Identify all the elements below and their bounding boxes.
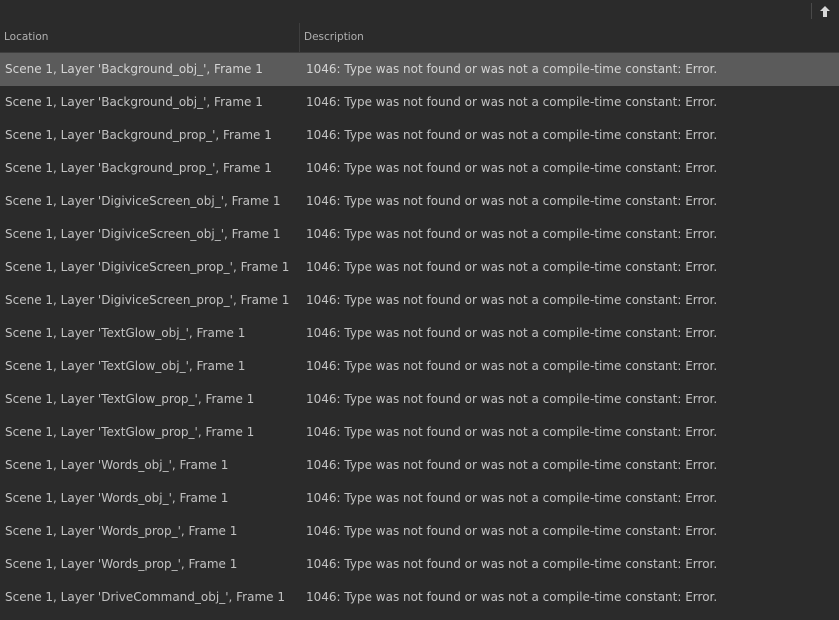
table-row[interactable]: Scene 1, Layer 'Words_prop_', Frame 1 104… [0, 548, 839, 581]
table-header: Location Description [0, 23, 839, 53]
cell-description: 1046: Type was not found or was not a co… [306, 590, 718, 604]
column-header-location[interactable]: Location [0, 23, 299, 52]
cell-description: 1046: Type was not found or was not a co… [306, 425, 718, 439]
cell-location: Scene 1, Layer 'Words_obj_', Frame 1 [5, 458, 229, 472]
error-list: Scene 1, Layer 'Background_obj_', Frame … [0, 53, 839, 614]
table-row[interactable]: Scene 1, Layer 'TextGlow_obj_', Frame 1 1… [0, 350, 839, 383]
cell-description: 1046: Type was not found or was not a co… [306, 458, 718, 472]
cell-location: Scene 1, Layer 'TextGlow_prop_', Frame 1 [5, 392, 255, 406]
table-row[interactable]: Scene 1, Layer 'DigiviceScreen_obj_', Fr… [0, 185, 839, 218]
toolbar-divider [811, 3, 812, 19]
cell-description: 1046: Type was not found or was not a co… [306, 359, 718, 373]
cell-description: 1046: Type was not found or was not a co… [306, 95, 718, 109]
panel-toolbar [0, 0, 839, 22]
table-row[interactable]: Scene 1, Layer 'Background_prop_', Frame… [0, 119, 839, 152]
table-row[interactable]: Scene 1, Layer 'DriveCommand_obj_', Fram… [0, 581, 839, 614]
cell-location: Scene 1, Layer 'DigiviceScreen_obj_', Fr… [5, 227, 281, 241]
table-row[interactable]: Scene 1, Layer 'Words_prop_', Frame 1 104… [0, 515, 839, 548]
table-row[interactable]: Scene 1, Layer 'Words_obj_', Frame 1 1046… [0, 482, 839, 515]
column-header-description[interactable]: Description [300, 23, 839, 52]
cell-description: 1046: Type was not found or was not a co… [306, 161, 718, 175]
compiler-errors-panel: Location Description Scene 1, Layer 'Bac… [0, 0, 839, 620]
table-row[interactable]: Scene 1, Layer 'DigiviceScreen_obj_', Fr… [0, 218, 839, 251]
table-row[interactable]: Scene 1, Layer 'DigiviceScreen_prop_', F… [0, 284, 839, 317]
table-row[interactable]: Scene 1, Layer 'TextGlow_prop_', Frame 1… [0, 383, 839, 416]
table-row[interactable]: Scene 1, Layer 'Background_obj_', Frame … [0, 86, 839, 119]
cell-location: Scene 1, Layer 'Background_prop_', Frame… [5, 128, 272, 142]
cell-location: Scene 1, Layer 'TextGlow_prop_', Frame 1 [5, 425, 255, 439]
cell-location: Scene 1, Layer 'Background_obj_', Frame … [5, 95, 263, 109]
cell-location: Scene 1, Layer 'DigiviceScreen_prop_', F… [5, 260, 290, 274]
arrow-up-icon [820, 5, 830, 17]
cell-location: Scene 1, Layer 'Words_prop_', Frame 1 [5, 524, 238, 538]
cell-location: Scene 1, Layer 'DigiviceScreen_obj_', Fr… [5, 194, 281, 208]
table-row[interactable]: Scene 1, Layer 'TextGlow_prop_', Frame 1… [0, 416, 839, 449]
cell-description: 1046: Type was not found or was not a co… [306, 491, 718, 505]
cell-description: 1046: Type was not found or was not a co… [306, 557, 718, 571]
cell-description: 1046: Type was not found or was not a co… [306, 524, 718, 538]
cell-location: Scene 1, Layer 'Words_obj_', Frame 1 [5, 491, 229, 505]
table-row[interactable]: Scene 1, Layer 'TextGlow_obj_', Frame 1 1… [0, 317, 839, 350]
table-row[interactable]: Scene 1, Layer 'Background_obj_', Frame … [0, 53, 839, 86]
cell-description: 1046: Type was not found or was not a co… [306, 227, 718, 241]
cell-location: Scene 1, Layer 'TextGlow_obj_', Frame 1 [5, 359, 246, 373]
cell-location: Scene 1, Layer 'TextGlow_obj_', Frame 1 [5, 326, 246, 340]
cell-location: Scene 1, Layer 'DriveCommand_obj_', Fram… [5, 590, 285, 604]
table-row[interactable]: Scene 1, Layer 'Words_obj_', Frame 1 1046… [0, 449, 839, 482]
cell-description: 1046: Type was not found or was not a co… [306, 392, 718, 406]
cell-location: Scene 1, Layer 'Background_obj_', Frame … [5, 62, 263, 76]
cell-description: 1046: Type was not found or was not a co… [306, 194, 718, 208]
cell-description: 1046: Type was not found or was not a co… [306, 62, 718, 76]
cell-description: 1046: Type was not found or was not a co… [306, 128, 718, 142]
cell-description: 1046: Type was not found or was not a co… [306, 326, 718, 340]
cell-location: Scene 1, Layer 'Background_prop_', Frame… [5, 161, 272, 175]
cell-description: 1046: Type was not found or was not a co… [306, 293, 718, 307]
table-row[interactable]: Scene 1, Layer 'Background_prop_', Frame… [0, 152, 839, 185]
cell-location: Scene 1, Layer 'DigiviceScreen_prop_', F… [5, 293, 290, 307]
table-row[interactable]: Scene 1, Layer 'DigiviceScreen_prop_', F… [0, 251, 839, 284]
cell-description: 1046: Type was not found or was not a co… [306, 260, 718, 274]
go-to-source-button[interactable] [815, 1, 835, 21]
cell-location: Scene 1, Layer 'Words_prop_', Frame 1 [5, 557, 238, 571]
